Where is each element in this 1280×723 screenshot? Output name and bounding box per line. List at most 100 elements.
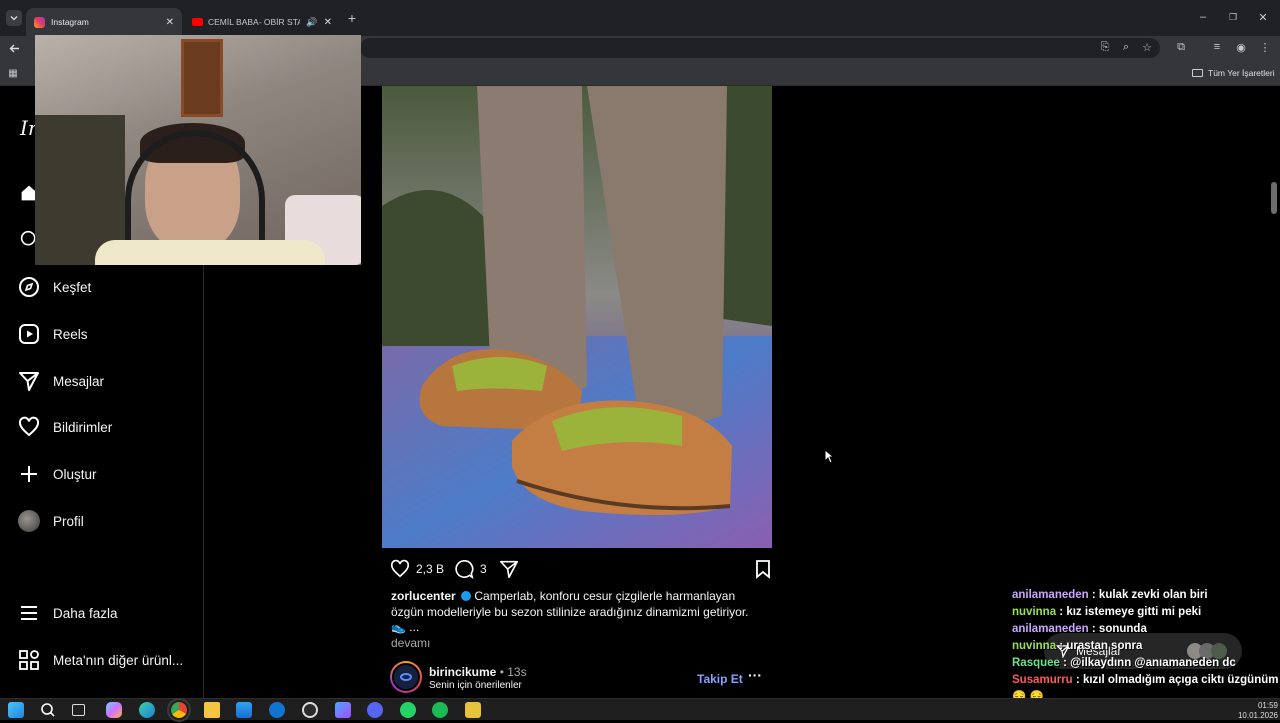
chat-username: nuvinna	[1012, 640, 1057, 652]
bookmark-star-icon[interactable]: ☆	[1140, 40, 1154, 54]
spotify-icon[interactable]	[432, 702, 448, 718]
chat-message: anilamaneden : kulak zevki olan biri	[1012, 587, 1280, 604]
all-bookmarks-button[interactable]: Tüm Yer İşaretleri	[1192, 66, 1275, 80]
obs-icon[interactable]	[302, 702, 318, 718]
menu-dots-icon[interactable]: ⋮	[1258, 40, 1272, 54]
share-icon[interactable]	[499, 559, 519, 579]
new-tab-button[interactable]: +	[345, 10, 359, 26]
post-caption: zorlucenter Camperlab, konforu cesur çiz…	[391, 589, 766, 651]
caption-more-link[interactable]: devamı	[391, 636, 766, 652]
apps-grid-icon[interactable]: ▦	[6, 66, 20, 80]
chat-text: : kulak zevki olan biri	[1091, 589, 1208, 601]
wall-picture-frame	[181, 39, 223, 117]
nav-label: Reels	[53, 326, 88, 342]
like-heart-icon[interactable]	[390, 559, 410, 579]
tab-title: Instagram	[51, 17, 89, 27]
post-image[interactable]	[382, 86, 772, 548]
comment-count[interactable]: 3	[480, 562, 487, 576]
mail-icon[interactable]	[269, 702, 285, 718]
suggested-post-header: birincikume • 13s Senin için önerilenler…	[390, 661, 772, 695]
nav-explore[interactable]: Keşfet	[18, 272, 91, 302]
nav-reels[interactable]: Reels	[18, 319, 88, 349]
chat-text: : @ilkaydınn @anıamaneden dc	[1063, 657, 1236, 669]
send-icon	[19, 372, 39, 391]
speaker-icon[interactable]: 🔊	[306, 17, 317, 28]
chat-message: nuvinna : kız istemeye gitti mi peki	[1012, 604, 1280, 621]
zoom-icon[interactable]: ⌕	[1119, 40, 1133, 54]
reels-icon	[19, 324, 39, 344]
chat-username: Susamurru	[1012, 674, 1073, 686]
tab-title: CEMİL BABA- OBİR STAR - C	[208, 17, 301, 27]
media-control-icon[interactable]: ≡	[1210, 40, 1224, 54]
chat-username: nuvinna	[1012, 606, 1057, 618]
tab-search-button[interactable]	[6, 10, 22, 26]
clock-time: 01:59	[1257, 701, 1278, 710]
close-window-button[interactable]: ✕	[1256, 10, 1270, 24]
discord-icon[interactable]	[367, 702, 383, 718]
comment-icon[interactable]	[454, 559, 474, 579]
nav-label: Mesajlar	[53, 373, 105, 389]
nav-label: Daha fazla	[53, 605, 118, 621]
person-shirt	[95, 240, 325, 265]
clock[interactable]: 01:59 10.01.2026	[1234, 701, 1278, 721]
more-options-icon[interactable]: ···	[748, 667, 762, 683]
compass-icon	[19, 277, 39, 297]
verified-badge-icon	[461, 591, 472, 601]
windows-start-icon[interactable]	[8, 702, 24, 718]
nav-label: Profil	[53, 513, 84, 529]
nav-messages[interactable]: Mesajlar	[18, 366, 104, 396]
install-app-icon[interactable]: ⎘	[1098, 40, 1112, 54]
notes-app-icon[interactable]	[465, 702, 481, 718]
nav-label: Keşfet	[53, 279, 92, 295]
suggested-subtitle: Senin için önerilenler	[429, 680, 522, 691]
nav-notifications[interactable]: Bildirimler	[18, 412, 112, 442]
edge-icon[interactable]	[139, 702, 155, 718]
task-view-icon[interactable]	[72, 704, 85, 716]
nav-profile[interactable]: Profil	[18, 506, 84, 536]
search-icon[interactable]	[40, 702, 56, 718]
restore-button[interactable]: ❐	[1226, 10, 1240, 24]
chat-text: : sonunda	[1091, 623, 1147, 635]
save-bookmark-icon[interactable]	[754, 559, 772, 579]
sneakers-photo	[382, 86, 772, 548]
copilot-icon[interactable]	[106, 702, 122, 718]
chat-text: : kız istemeye gitti mi peki	[1059, 606, 1202, 618]
scrollbar-thumb[interactable]	[1271, 182, 1277, 214]
file-explorer-icon[interactable]	[204, 702, 220, 718]
profile-icon[interactable]: ◉	[1234, 40, 1248, 54]
grid-icon	[19, 650, 39, 670]
follow-button[interactable]: Takip Et	[697, 672, 743, 686]
caption-username[interactable]: zorlucenter	[391, 589, 456, 603]
chat-message: nuvinna : urastan sonra	[1012, 638, 1280, 655]
tab-instagram[interactable]: Instagram ✕	[26, 8, 182, 36]
nav-meta-products[interactable]: Meta'nın diğer ürünl...	[18, 645, 183, 675]
whatsapp-icon[interactable]	[400, 702, 416, 718]
suggested-time: • 13s	[499, 665, 527, 679]
chrome-icon[interactable]	[167, 698, 191, 722]
nav-label: Meta'nın diğer ürünl...	[53, 652, 184, 668]
chat-message: anilamaneden : sonunda	[1012, 621, 1280, 638]
chat-username: anilamaneden	[1012, 589, 1089, 601]
app-icon[interactable]	[335, 702, 351, 718]
like-count[interactable]: 2,3 B	[416, 562, 444, 576]
nav-more[interactable]: Daha fazla	[18, 598, 118, 628]
tab-youtube[interactable]: CEMİL BABA- OBİR STAR - C 🔊 ✕	[184, 8, 340, 36]
arrow-left-icon	[9, 44, 19, 52]
back-button[interactable]	[6, 40, 22, 56]
heart-icon	[18, 416, 40, 437]
close-tab-icon[interactable]: ✕	[166, 17, 174, 28]
mouse-cursor-icon	[824, 449, 834, 464]
suggested-username[interactable]: birincikume	[429, 665, 496, 679]
suggested-avatar[interactable]	[390, 661, 422, 693]
minimize-button[interactable]: –	[1196, 10, 1210, 24]
nav-label: Oluştur	[53, 466, 97, 482]
folder-icon	[1192, 69, 1203, 77]
hamburger-icon	[21, 606, 37, 620]
extensions-icon[interactable]: ⧉	[1174, 40, 1188, 54]
instagram-favicon-icon	[34, 16, 45, 28]
close-tab-icon[interactable]: ✕	[324, 17, 332, 28]
store-icon[interactable]	[236, 702, 252, 718]
avatar	[18, 510, 40, 532]
address-bar[interactable]	[360, 38, 1160, 58]
nav-create[interactable]: Oluştur	[18, 459, 97, 489]
